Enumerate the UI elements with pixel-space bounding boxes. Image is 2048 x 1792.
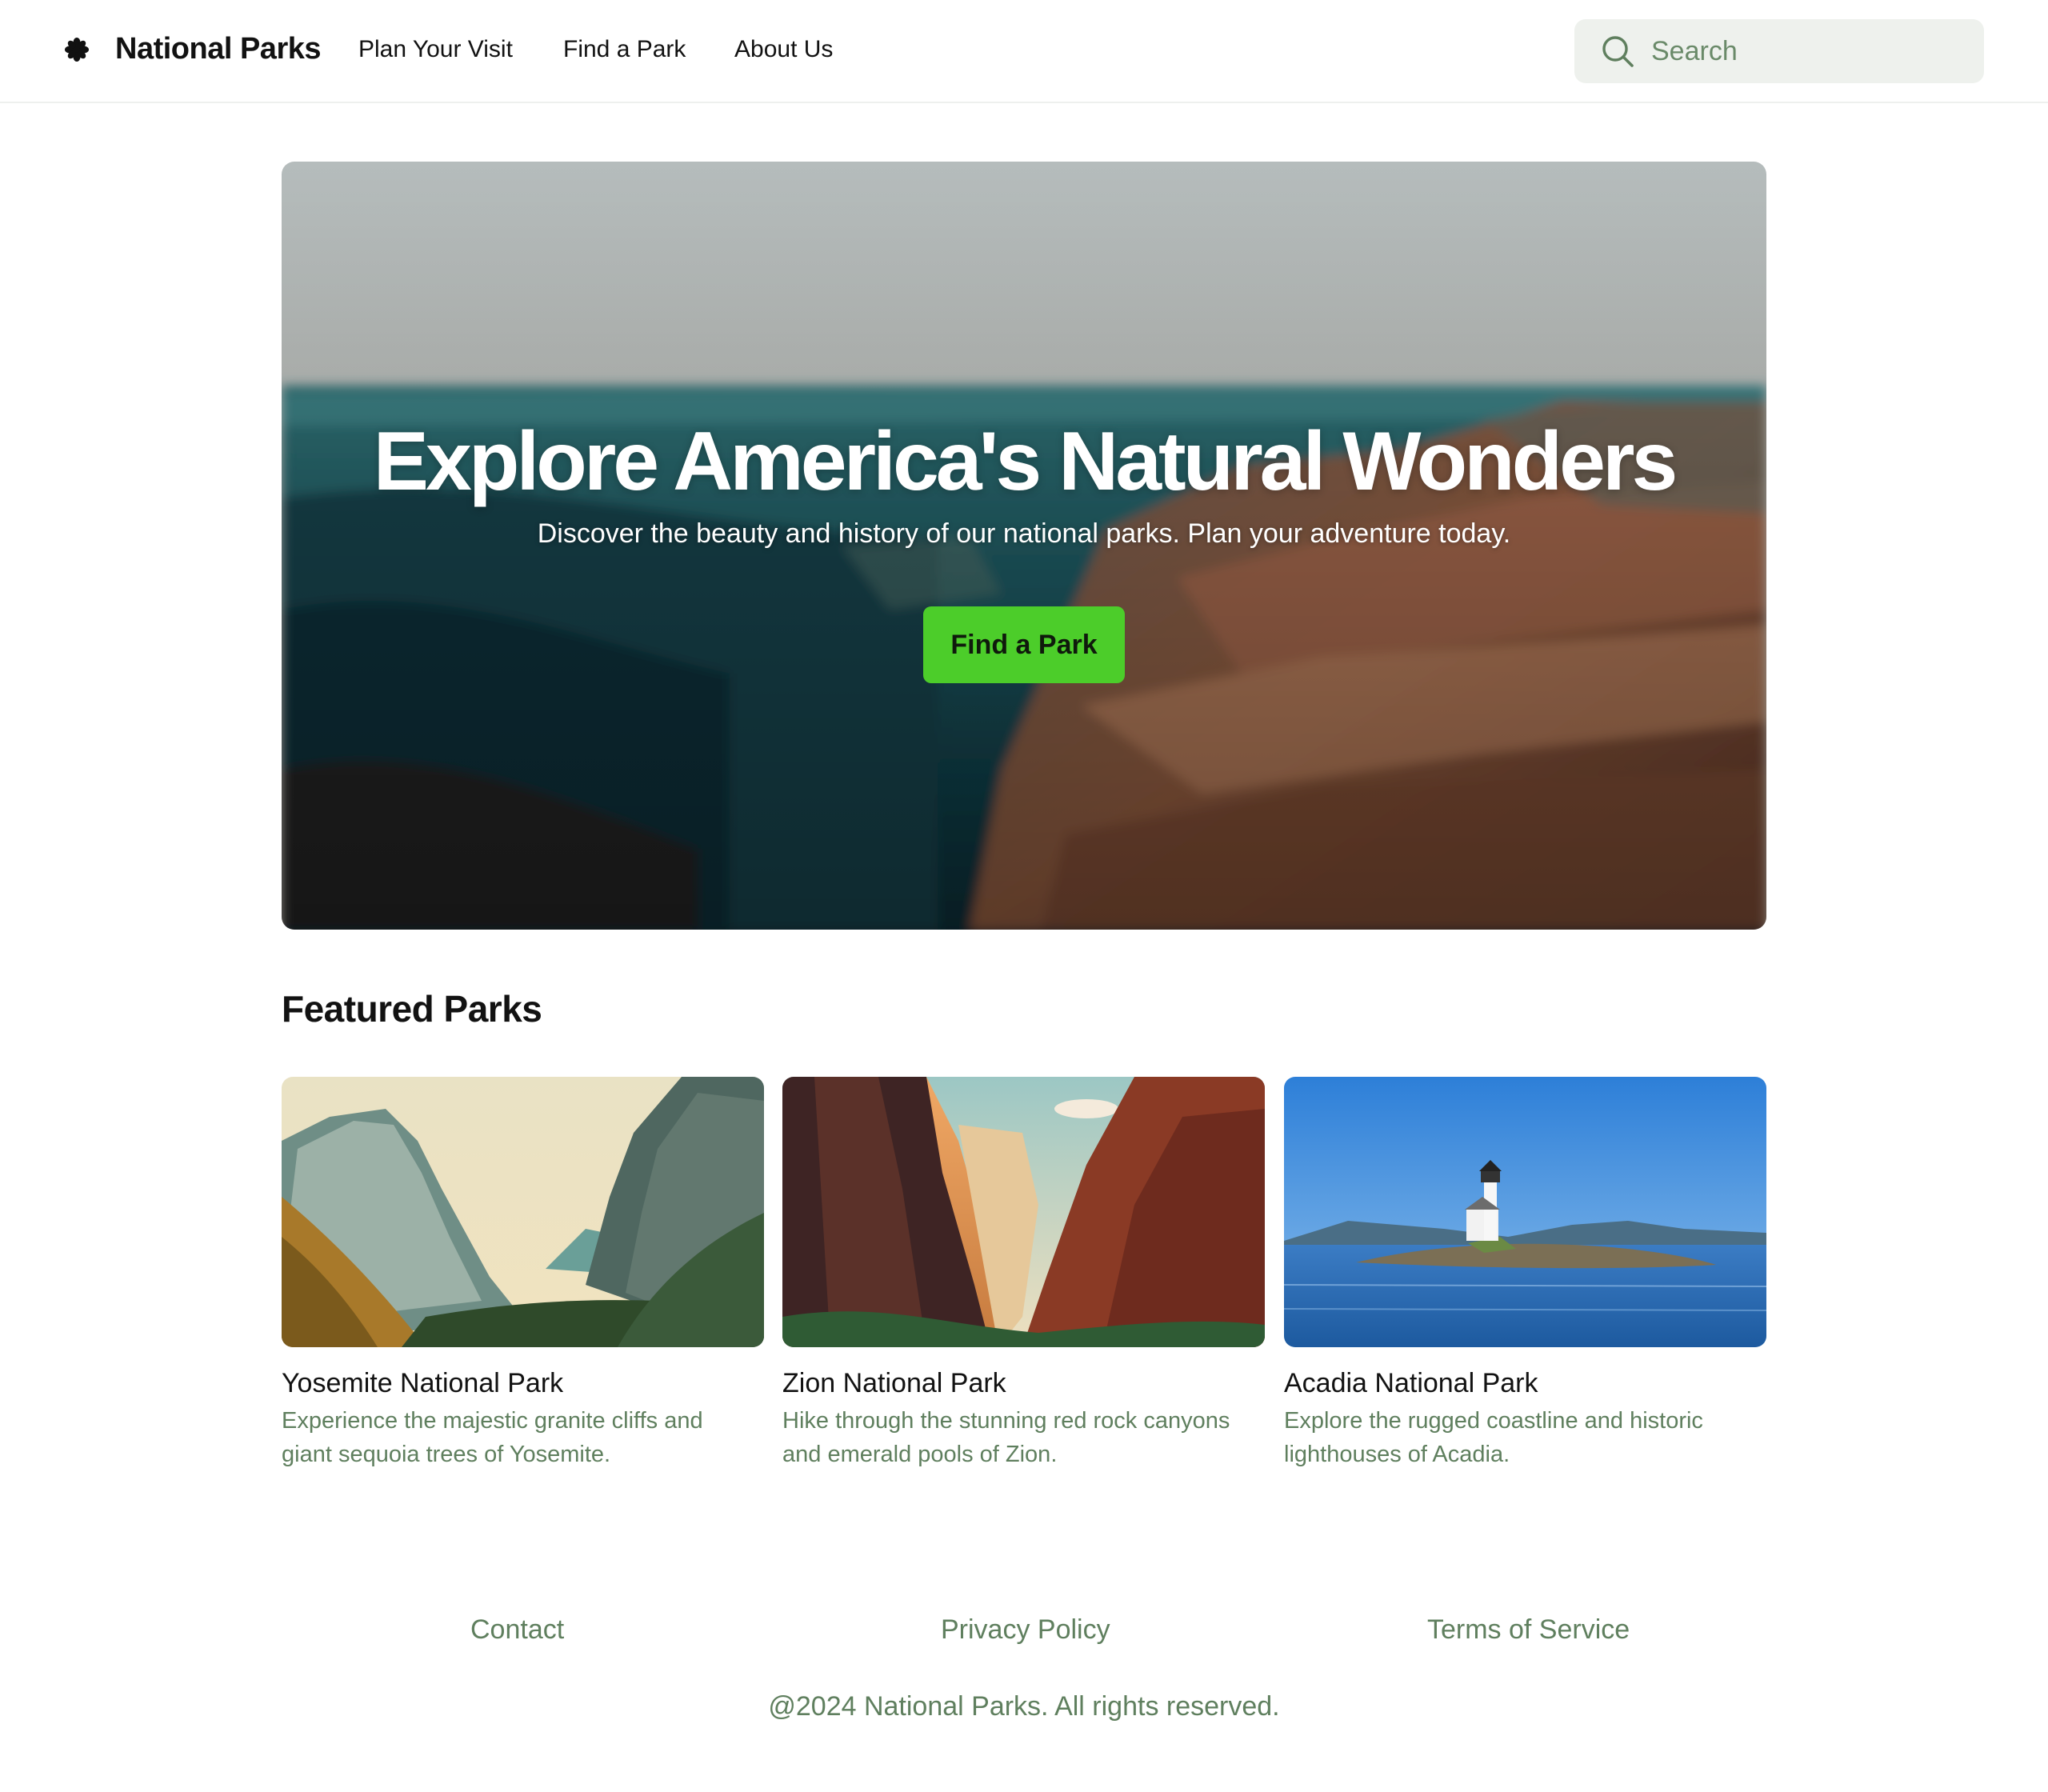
hero-title: Explore America's Natural Wonders — [373, 415, 1678, 508]
hero-banner: Explore America's Natural Wonders Discov… — [282, 162, 1766, 930]
park-card-zion[interactable]: Zion National Park Hike through the stun… — [782, 1077, 1265, 1471]
footer-contact-link[interactable]: Contact — [470, 1614, 564, 1646]
featured-parks-heading: Featured Parks — [282, 988, 542, 1030]
footer-privacy-link[interactable]: Privacy Policy — [941, 1614, 1110, 1646]
copyright-text: @2024 National Parks. All rights reserve… — [768, 1691, 1280, 1722]
nav-find-a-park[interactable]: Find a Park — [563, 36, 686, 63]
park-name[interactable]: Acadia National Park — [1284, 1368, 1766, 1399]
nav-about-us[interactable]: About Us — [734, 36, 833, 63]
park-card-yosemite[interactable]: Yosemite National Park Experience the ma… — [282, 1077, 764, 1471]
site-header: National Parks Plan Your Visit Find a Pa… — [0, 0, 2048, 103]
yosemite-image[interactable] — [282, 1077, 764, 1347]
park-name[interactable]: Yosemite National Park — [282, 1368, 764, 1399]
find-a-park-button[interactable]: Find a Park — [923, 606, 1125, 683]
park-description: Experience the majestic granite cliffs a… — [282, 1408, 703, 1467]
footer-terms-link[interactable]: Terms of Service — [1427, 1614, 1630, 1646]
park-description: Explore the rugged coastline and histori… — [1284, 1408, 1703, 1467]
park-card-acadia[interactable]: Acadia National Park Explore the rugged … — [1284, 1077, 1766, 1471]
acadia-image[interactable] — [1284, 1077, 1766, 1347]
hero-subtitle: Discover the beauty and history of our n… — [537, 518, 1511, 549]
park-name[interactable]: Zion National Park — [782, 1368, 1265, 1399]
nav-plan-your-visit[interactable]: Plan Your Visit — [358, 36, 513, 63]
park-description: Hike through the stunning red rock canyo… — [782, 1408, 1230, 1467]
brand-name[interactable]: National Parks — [115, 32, 322, 66]
search-icon[interactable] — [1600, 34, 1635, 69]
zion-image[interactable] — [782, 1077, 1265, 1347]
asterisk-flower-icon[interactable] — [64, 37, 90, 62]
search-input[interactable] — [1651, 19, 1971, 83]
search-box[interactable] — [1574, 19, 1984, 83]
